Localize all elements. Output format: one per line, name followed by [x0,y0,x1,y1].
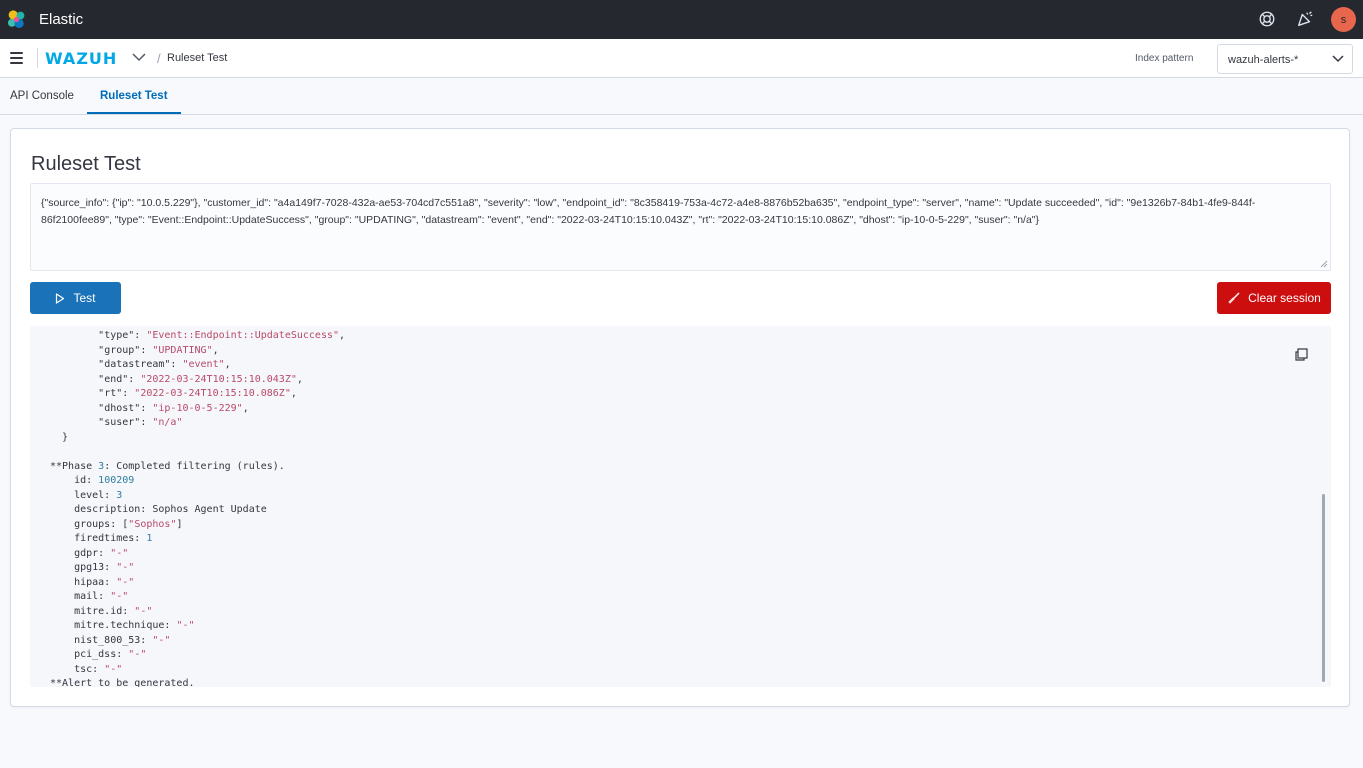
app-header: WAZUH / Ruleset Test Index pattern wazuh… [0,39,1363,78]
active-tab-indicator [87,112,181,114]
panel-title: Ruleset Test [31,153,141,175]
resize-grip-icon[interactable] [1320,260,1328,268]
output-code: "type": "Event::Endpoint::UpdateSuccess"… [50,330,346,687]
rule-id-line: id: 100209 [50,475,135,486]
wazuh-logo[interactable]: WAZUH [45,49,117,68]
rule-mitre-id-line: mitre.id: "-" [50,605,153,617]
breadcrumb-separator: / [157,51,161,66]
log-input-textarea[interactable]: {"source_info": {"ip": "10.0.5.229"}, "c… [30,183,1331,271]
rule-hipaa-line: hipaa: "-" [50,576,135,588]
help-icon[interactable] [1258,10,1276,28]
tab-api-console[interactable]: API Console [10,90,74,102]
output-line: "datastream": "event", [50,359,231,370]
rule-firedtimes-line: firedtimes: 1 [50,533,153,544]
rule-gdpr-line: gdpr: "-" [50,547,129,559]
clear-session-button[interactable]: Clear session [1217,282,1331,314]
broom-icon [1228,292,1240,304]
breadcrumb-current: Ruleset Test [167,52,228,64]
test-output-panel: "type": "Event::Endpoint::UpdateSuccess"… [30,326,1331,687]
alert-line: **Alert to be generated. [50,678,195,687]
app-title: Elastic [39,11,84,28]
user-avatar[interactable]: s [1331,7,1356,32]
output-line: "dhost": "ip-10-0-5-229", [50,402,249,414]
play-icon [56,292,65,304]
tab-ruleset-test[interactable]: Ruleset Test [100,90,168,102]
rule-groups-line: groups: ["Sophos"] [50,518,183,530]
menu-icon[interactable] [10,52,23,64]
rule-tsc-line: tsc: "-" [50,663,123,675]
chevron-down-icon [1332,55,1344,63]
output-line: "rt": "2022-03-24T10:15:10.086Z", [50,388,297,399]
output-line: "group": "UPDATING", [50,344,219,356]
tab-bar: API Console Ruleset Test [0,78,1363,115]
output-line: "end": "2022-03-24T10:15:10.043Z", [50,373,303,385]
test-button-label: Test [73,291,96,305]
output-line: "suser": "n/a" [50,417,183,428]
index-pattern-value: wazuh-alerts-* [1228,54,1299,66]
phase3-line: **Phase 3: Completed filtering (rules). [50,460,285,472]
header-divider [37,48,38,68]
chevron-down-icon[interactable] [132,52,146,62]
newsfeed-icon[interactable] [1296,10,1314,28]
copy-icon[interactable] [1295,348,1308,361]
ruleset-test-panel: Ruleset Test {"source_info": {"ip": "10.… [10,128,1350,707]
rule-pci-dss-line: pci_dss: "-" [50,649,147,660]
rule-nist-line: nist_800_53: "-" [50,634,171,646]
clear-session-label: Clear session [1248,291,1321,305]
top-nav-bar: Elastic s [0,0,1363,39]
test-button[interactable]: Test [30,282,121,314]
rule-mail-line: mail: "-" [50,591,129,602]
wazuh-logo-text: WAZUH [45,49,118,68]
index-pattern-select[interactable]: wazuh-alerts-* [1217,44,1353,74]
rule-level-line: level: 3 [50,489,123,501]
index-pattern-label: Index pattern [1135,53,1194,64]
elastic-logo-icon[interactable] [6,9,27,30]
log-input-text: {"source_info": {"ip": "10.0.5.229"}, "c… [41,197,1256,226]
output-scrollbar[interactable] [1322,494,1325,682]
rule-gpg13-line: gpg13: "-" [50,562,135,573]
rule-mitre-technique-line: mitre.technique: "-" [50,620,195,631]
rule-description-line: description: Sophos Agent Update [50,504,267,515]
output-line: "type": "Event::Endpoint::UpdateSuccess"… [50,330,346,341]
